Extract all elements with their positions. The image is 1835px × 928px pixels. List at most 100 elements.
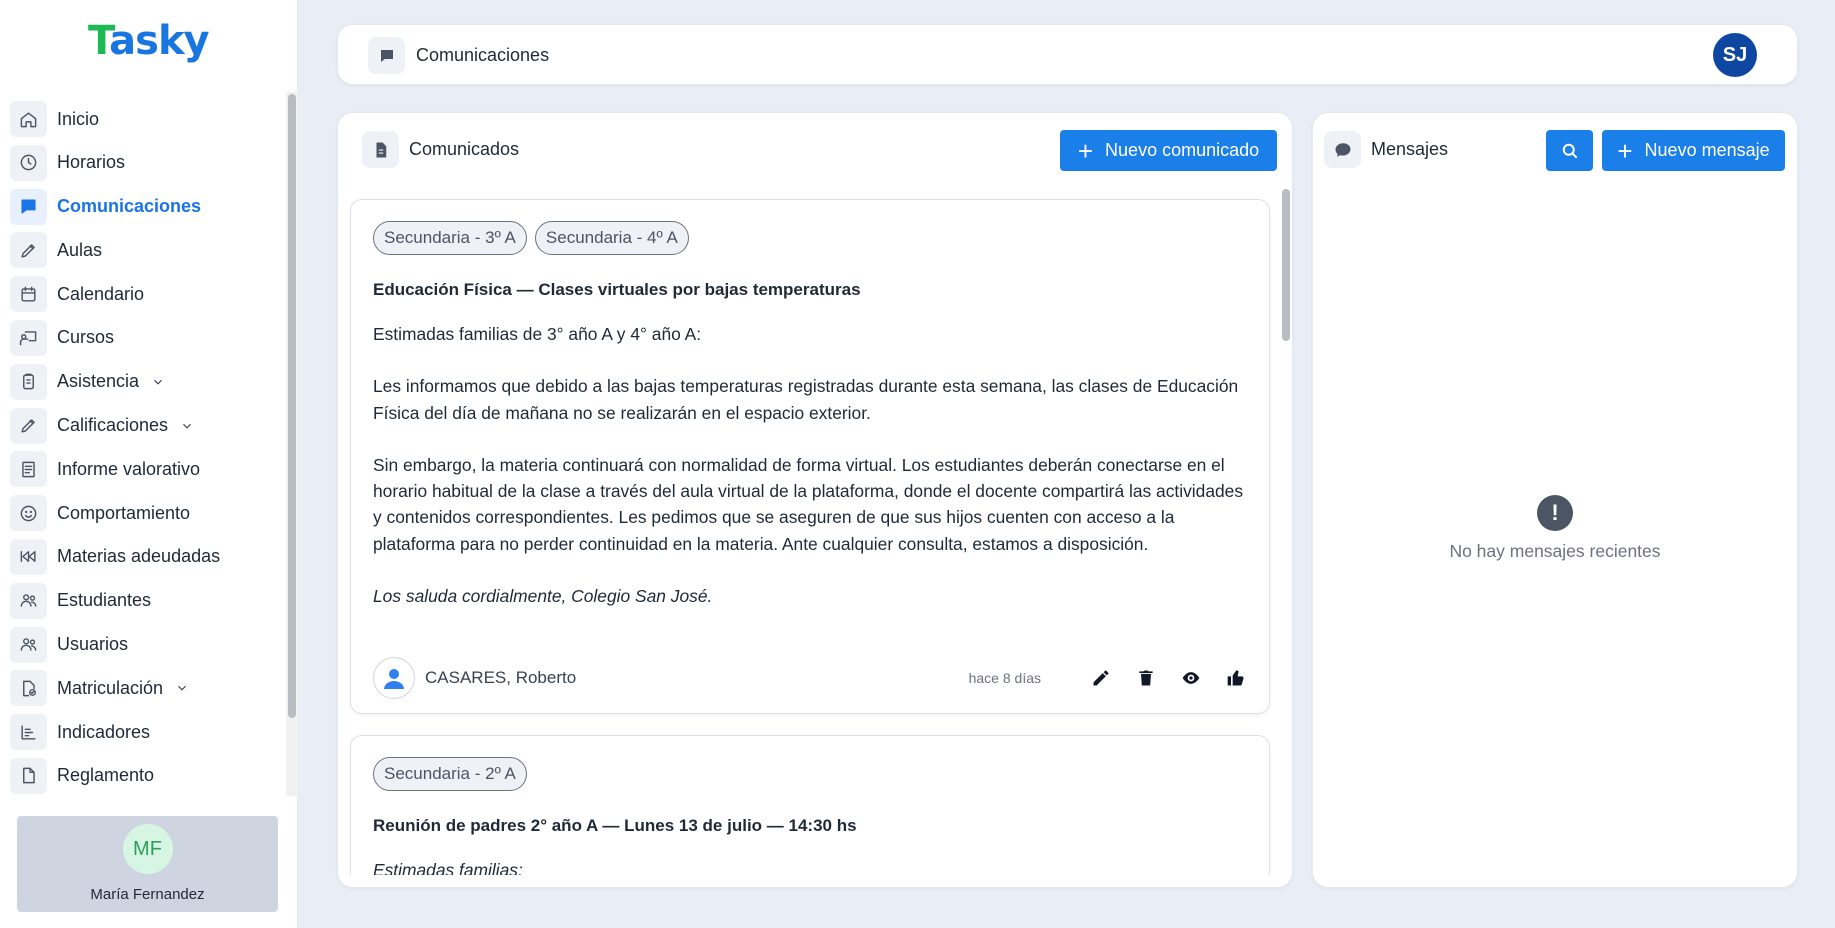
comunicados-panel: Comunicados + Nuevo comunicado Secundari… — [337, 112, 1293, 888]
pencil-icon — [10, 407, 47, 444]
sidebar-item-horarios[interactable]: Horarios — [10, 144, 280, 181]
timestamp: hace 8 días — [968, 670, 1041, 686]
sidebar-item-label: Informe valorativo — [57, 458, 201, 479]
sidebar-item-comunicaciones[interactable]: Comunicaciones — [10, 188, 280, 225]
chat-bubble-icon — [1324, 131, 1361, 168]
clipboard-icon — [10, 363, 47, 400]
sidebar-item-usuarios[interactable]: Usuarios — [10, 626, 280, 663]
calendar-icon — [10, 276, 47, 313]
course-tag: Secundaria - 4º A — [534, 221, 689, 255]
sidebar-item-asistencia[interactable]: Asistencia — [10, 363, 280, 400]
sidebar-item-comportamiento[interactable]: Comportamiento — [10, 495, 280, 532]
sidebar-item-label: Calificaciones — [57, 415, 169, 436]
tag-list: Secundaria - 2º A — [373, 757, 527, 791]
avatar[interactable]: SJ — [1713, 33, 1757, 77]
sidebar-item-label: Comunicaciones — [57, 196, 202, 217]
author: CASARES, Roberto — [373, 657, 576, 699]
chevron-down-icon — [154, 379, 162, 385]
sidebar-item-label: Aulas — [57, 239, 103, 260]
sidebar-item-cursos[interactable]: Cursos — [10, 319, 280, 356]
smile-icon — [10, 495, 47, 532]
sidebar-item-label: Cursos — [57, 327, 115, 348]
comunicado-body: Estimadas familias de 3° año A y 4° año … — [373, 321, 1253, 609]
sidebar-item-label: Matriculación — [57, 677, 164, 698]
empty-state: ! No hay mensajes recientes — [1313, 495, 1797, 562]
page-title: Comunicaciones — [416, 45, 550, 65]
report-icon — [10, 451, 47, 488]
sidebar-item-label: Materias adeudadas — [57, 546, 221, 567]
sidebar-item-label: Inicio — [57, 108, 100, 129]
edit-icon[interactable] — [1090, 667, 1112, 689]
comunicados-list[interactable]: Secundaria - 3º A Secundaria - 4º A Educ… — [338, 189, 1292, 875]
sidebar-nav: Inicio Horarios Comunicaciones Aulas Cal… — [10, 101, 280, 802]
signature: Los saluda cordialmente, Colegio San Jos… — [373, 586, 713, 607]
eye-icon[interactable] — [1180, 667, 1202, 689]
sidebar-item-label: Reglamento — [57, 765, 155, 786]
sidebar-item-matriculacion[interactable]: Matriculación — [10, 670, 280, 707]
home-icon — [10, 101, 47, 137]
chevron-down-icon — [183, 423, 191, 429]
users-icon — [10, 582, 47, 619]
trash-icon[interactable] — [1135, 667, 1157, 689]
document-icon — [362, 131, 399, 168]
course-tag: Secundaria - 3º A — [373, 221, 527, 255]
current-user-card[interactable]: MF María Fernandez — [17, 816, 278, 912]
app-logo[interactable]: Tasky — [88, 18, 210, 64]
exclamation-icon: ! — [1537, 495, 1573, 531]
button-label: Nuevo comunicado — [1105, 140, 1260, 160]
sidebar-item-aulas[interactable]: Aulas — [10, 232, 280, 269]
comunicado-body: Estimadas familias: — [373, 857, 1253, 875]
sidebar-item-reglamento[interactable]: Reglamento — [10, 757, 280, 794]
comunicados-scrollbar-thumb[interactable] — [1282, 189, 1290, 341]
sidebar-item-calificaciones[interactable]: Calificaciones — [10, 407, 280, 444]
sidebar-item-label: Calendario — [57, 283, 145, 304]
comunicado-card: Secundaria - 2º A Reunión de padres 2° a… — [350, 735, 1270, 875]
sidebar-item-label: Horarios — [57, 152, 126, 173]
new-mensaje-button[interactable]: + Nuevo mensaje — [1602, 130, 1785, 171]
sidebar-item-label: Asistencia — [57, 371, 140, 392]
sidebar-item-indicadores[interactable]: Indicadores — [10, 714, 280, 751]
course-tag: Secundaria - 2º A — [373, 757, 527, 791]
comunicado-title: Educación Física — Clases virtuales por … — [373, 280, 861, 299]
sidebar: Tasky Inicio Horarios Comunicaciones Aul… — [0, 0, 298, 928]
sidebar-scrollbar-thumb[interactable] — [288, 94, 296, 718]
user-icon — [373, 657, 415, 699]
chevron-down-icon — [178, 686, 186, 691]
user-name: María Fernandez — [90, 886, 205, 903]
bar-chart-icon — [10, 714, 47, 751]
chat-icon — [368, 37, 405, 74]
button-label: Nuevo mensaje — [1644, 140, 1770, 160]
card-actions: hace 8 días — [969, 667, 1247, 689]
comunicado-card: Secundaria - 3º A Secundaria - 4º A Educ… — [350, 199, 1270, 714]
panel-title: Mensajes — [1371, 139, 1449, 159]
sidebar-item-materias-adeudadas[interactable]: Materias adeudadas — [10, 538, 280, 575]
new-comunicado-button[interactable]: + Nuevo comunicado — [1060, 130, 1277, 171]
sidebar-item-label: Comportamiento — [57, 502, 191, 523]
body-paragraph: Estimadas familias de 3° año A y 4° año … — [373, 324, 702, 344]
sidebar-item-calendario[interactable]: Calendario — [10, 276, 280, 313]
file-check-icon — [10, 670, 47, 707]
body-paragraph: Les informamos que debido a las bajas te… — [373, 376, 1244, 423]
users-icon — [10, 626, 47, 663]
body-paragraph: Estimadas familias: — [373, 860, 523, 875]
teacher-board-icon — [10, 319, 47, 356]
sidebar-item-estudiantes[interactable]: Estudiantes — [10, 582, 280, 619]
thumbs-up-icon[interactable] — [1225, 667, 1247, 689]
sidebar-item-informe-valorativo[interactable]: Informe valorativo — [10, 451, 280, 488]
author-name: CASARES, Roberto — [425, 668, 577, 687]
page-header: Comunicaciones SJ — [337, 24, 1798, 85]
empty-state-text: No hay mensajes recientes — [1449, 541, 1661, 561]
sidebar-item-label: Estudiantes — [57, 590, 152, 611]
sidebar-item-label: Usuarios — [57, 634, 129, 655]
chat-icon — [10, 188, 47, 225]
pencil-icon — [10, 232, 47, 269]
plus-icon: + — [1617, 135, 1633, 166]
sidebar-item-label: Indicadores — [57, 721, 151, 742]
rewind-icon — [10, 538, 47, 575]
tag-list: Secundaria - 3º A Secundaria - 4º A — [373, 221, 689, 255]
clock-icon — [10, 144, 47, 181]
body-paragraph: Sin embargo, la materia continuará con n… — [373, 454, 1248, 554]
search-button[interactable] — [1546, 130, 1593, 171]
document-icon — [10, 757, 47, 794]
sidebar-item-inicio[interactable]: Inicio — [10, 101, 280, 137]
